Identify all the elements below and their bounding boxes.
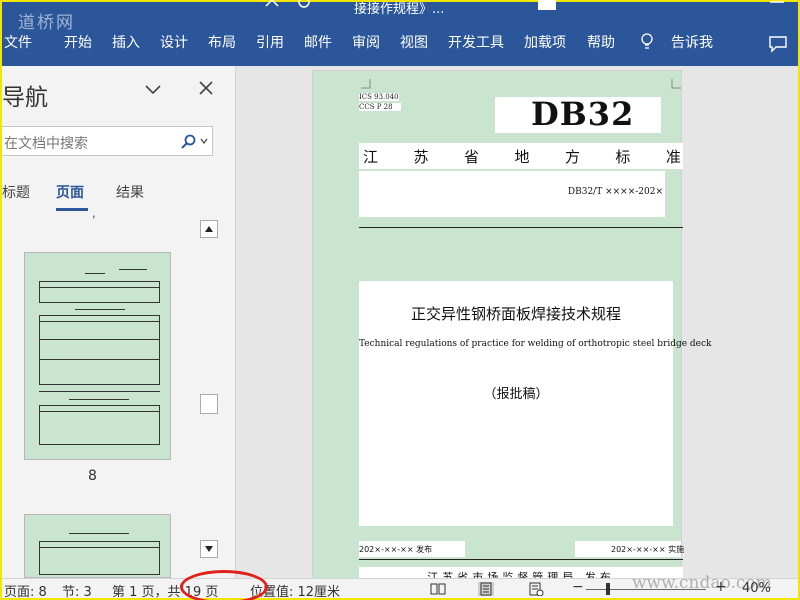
- thumb-line: [39, 547, 160, 548]
- thumb-line: [69, 533, 129, 534]
- triangle-down-icon: [205, 546, 213, 552]
- zoom-out-button[interactable]: −: [572, 579, 584, 595]
- tab-insert[interactable]: 插入: [112, 32, 140, 52]
- tab-home[interactable]: 开始: [64, 32, 92, 52]
- thumbnail-page-number: 8: [88, 468, 97, 484]
- ics-code: ICS 93.040: [359, 93, 399, 101]
- chevron-down-icon[interactable]: [200, 138, 208, 144]
- tab-addins[interactable]: 加载项: [524, 32, 566, 52]
- chevron-down-icon[interactable]: [144, 82, 162, 96]
- section-indicator[interactable]: 节: 3: [62, 581, 92, 600]
- highlight-annotation: [180, 570, 268, 600]
- thumb-line: [39, 287, 160, 288]
- thumb-line: [75, 309, 125, 310]
- standard-number-box: DB32/T ××××-202×: [359, 171, 665, 217]
- standard-type-char: 方: [564, 147, 580, 166]
- window-title: 接接作规程》...: [354, 2, 445, 17]
- divider: [359, 559, 683, 560]
- scroll-up-button[interactable]: [200, 220, 218, 238]
- read-mode-icon[interactable]: [430, 582, 446, 596]
- page-thumbnail[interactable]: [24, 252, 171, 460]
- ribbon: 道桥网 接接作规程》... 文件 开始 插入 设计 布局 引用 邮件 审阅 视图…: [2, 0, 798, 66]
- thumbnail-content: [39, 269, 160, 449]
- tab-developer[interactable]: 开发工具: [448, 32, 504, 52]
- standard-type-char: 苏: [413, 147, 429, 166]
- implement-date: 202×-××-×× 实施: [575, 541, 684, 557]
- thumb-table: [39, 281, 160, 303]
- scroll-down-button[interactable]: [200, 540, 218, 558]
- standard-number: DB32/T ××××-202×: [567, 187, 663, 197]
- publish-date: 202×-××-×× 发布: [359, 541, 465, 557]
- tab-headings[interactable]: 标题: [2, 182, 30, 202]
- navigation-pane: 导航 在文档中搜索 标题 页面 结果 , 8: [2, 66, 236, 578]
- document-title-cn: 正交异性钢桥面板焊接技术规程: [410, 305, 621, 323]
- nav-pane-title: 导航: [2, 85, 48, 111]
- tab-results[interactable]: 结果: [116, 182, 144, 202]
- search-icon[interactable]: [180, 134, 196, 150]
- tab-help[interactable]: 帮助: [587, 32, 615, 52]
- document-page[interactable]: ICS 93.040 CCS P 28 DB32 江 苏 省 地 方 标 准 D…: [312, 70, 712, 578]
- search-input[interactable]: 在文档中搜索: [2, 126, 213, 156]
- tell-me-button[interactable]: 告诉我: [671, 32, 713, 52]
- thumb-line: [39, 321, 160, 322]
- tab-mailings[interactable]: 邮件: [304, 32, 332, 52]
- thumb-line: [39, 411, 160, 412]
- tab-file[interactable]: 文件: [4, 32, 32, 52]
- page-corner-mark: [361, 79, 371, 89]
- tab-references[interactable]: 引用: [256, 32, 284, 52]
- page-count[interactable]: 页面: 8: [4, 581, 47, 600]
- draft-status: （报批稿）: [483, 387, 549, 402]
- thumb-line: [39, 339, 160, 340]
- thumb-line: [119, 269, 147, 270]
- minimize-icon[interactable]: [766, 0, 788, 10]
- active-tab-indicator: [56, 208, 88, 211]
- quick-access-icon[interactable]: [294, 0, 316, 10]
- print-layout-icon[interactable]: [478, 582, 494, 596]
- db-code: DB32: [531, 95, 635, 133]
- standard-type-char: 标: [615, 147, 631, 166]
- standard-type-char: 准: [665, 147, 681, 166]
- title-block: 正交异性钢桥面板焊接技术规程 Technical regulations of …: [359, 281, 712, 526]
- standard-type-char: 地: [514, 147, 530, 166]
- search-placeholder: 在文档中搜索: [4, 136, 88, 152]
- tab-pages[interactable]: 页面: [56, 182, 84, 202]
- document-area[interactable]: ICS 93.040 CCS P 28 DB32 江 苏 省 地 方 标 准 D…: [236, 66, 798, 578]
- thumb-line: [85, 273, 105, 274]
- tab-separator-mark: ,: [92, 206, 96, 220]
- nav-scrollbar[interactable]: [198, 218, 220, 562]
- triangle-up-icon: [205, 226, 213, 232]
- zoom-slider[interactable]: [586, 589, 706, 590]
- standard-type: 江 苏 省 地 方 标 准: [359, 143, 683, 169]
- page-thumbnail[interactable]: [24, 514, 171, 578]
- status-bar: 页面: 8 节: 3 第 1 页，共 19 页 位置值: 12厘米 www.cn…: [2, 573, 798, 600]
- zoom-level[interactable]: 40%: [742, 581, 771, 596]
- zoom-slider-thumb[interactable]: [606, 583, 610, 595]
- divider: [359, 227, 683, 228]
- tab-review[interactable]: 审阅: [352, 32, 380, 52]
- thumbnail-content: [39, 531, 160, 575]
- web-layout-icon[interactable]: [528, 582, 544, 596]
- thumb-line: [69, 399, 129, 400]
- zoom-in-button[interactable]: +: [715, 579, 727, 595]
- site-watermark-logo: 道桥网: [18, 13, 75, 33]
- document-title-en: Technical regulations of practice for we…: [359, 339, 712, 349]
- db-code-box: DB32: [495, 95, 661, 133]
- standard-type-char: 省: [463, 147, 479, 166]
- thumb-table: [39, 315, 160, 385]
- tab-design[interactable]: 设计: [160, 32, 188, 52]
- comment-icon[interactable]: [768, 35, 788, 53]
- scroll-thumb[interactable]: [200, 394, 218, 414]
- page-corner-mark: [671, 79, 681, 89]
- thumb-line: [39, 391, 160, 392]
- ccs-code: CCS P 28: [359, 103, 401, 111]
- tab-layout[interactable]: 布局: [208, 32, 236, 52]
- tab-view[interactable]: 视图: [400, 32, 428, 52]
- account-icon[interactable]: [536, 0, 558, 10]
- standard-type-char: 江: [363, 147, 379, 166]
- close-icon[interactable]: [198, 80, 214, 96]
- lightbulb-icon: [641, 33, 653, 49]
- undo-icon[interactable]: [262, 0, 284, 10]
- thumb-line: [39, 359, 160, 360]
